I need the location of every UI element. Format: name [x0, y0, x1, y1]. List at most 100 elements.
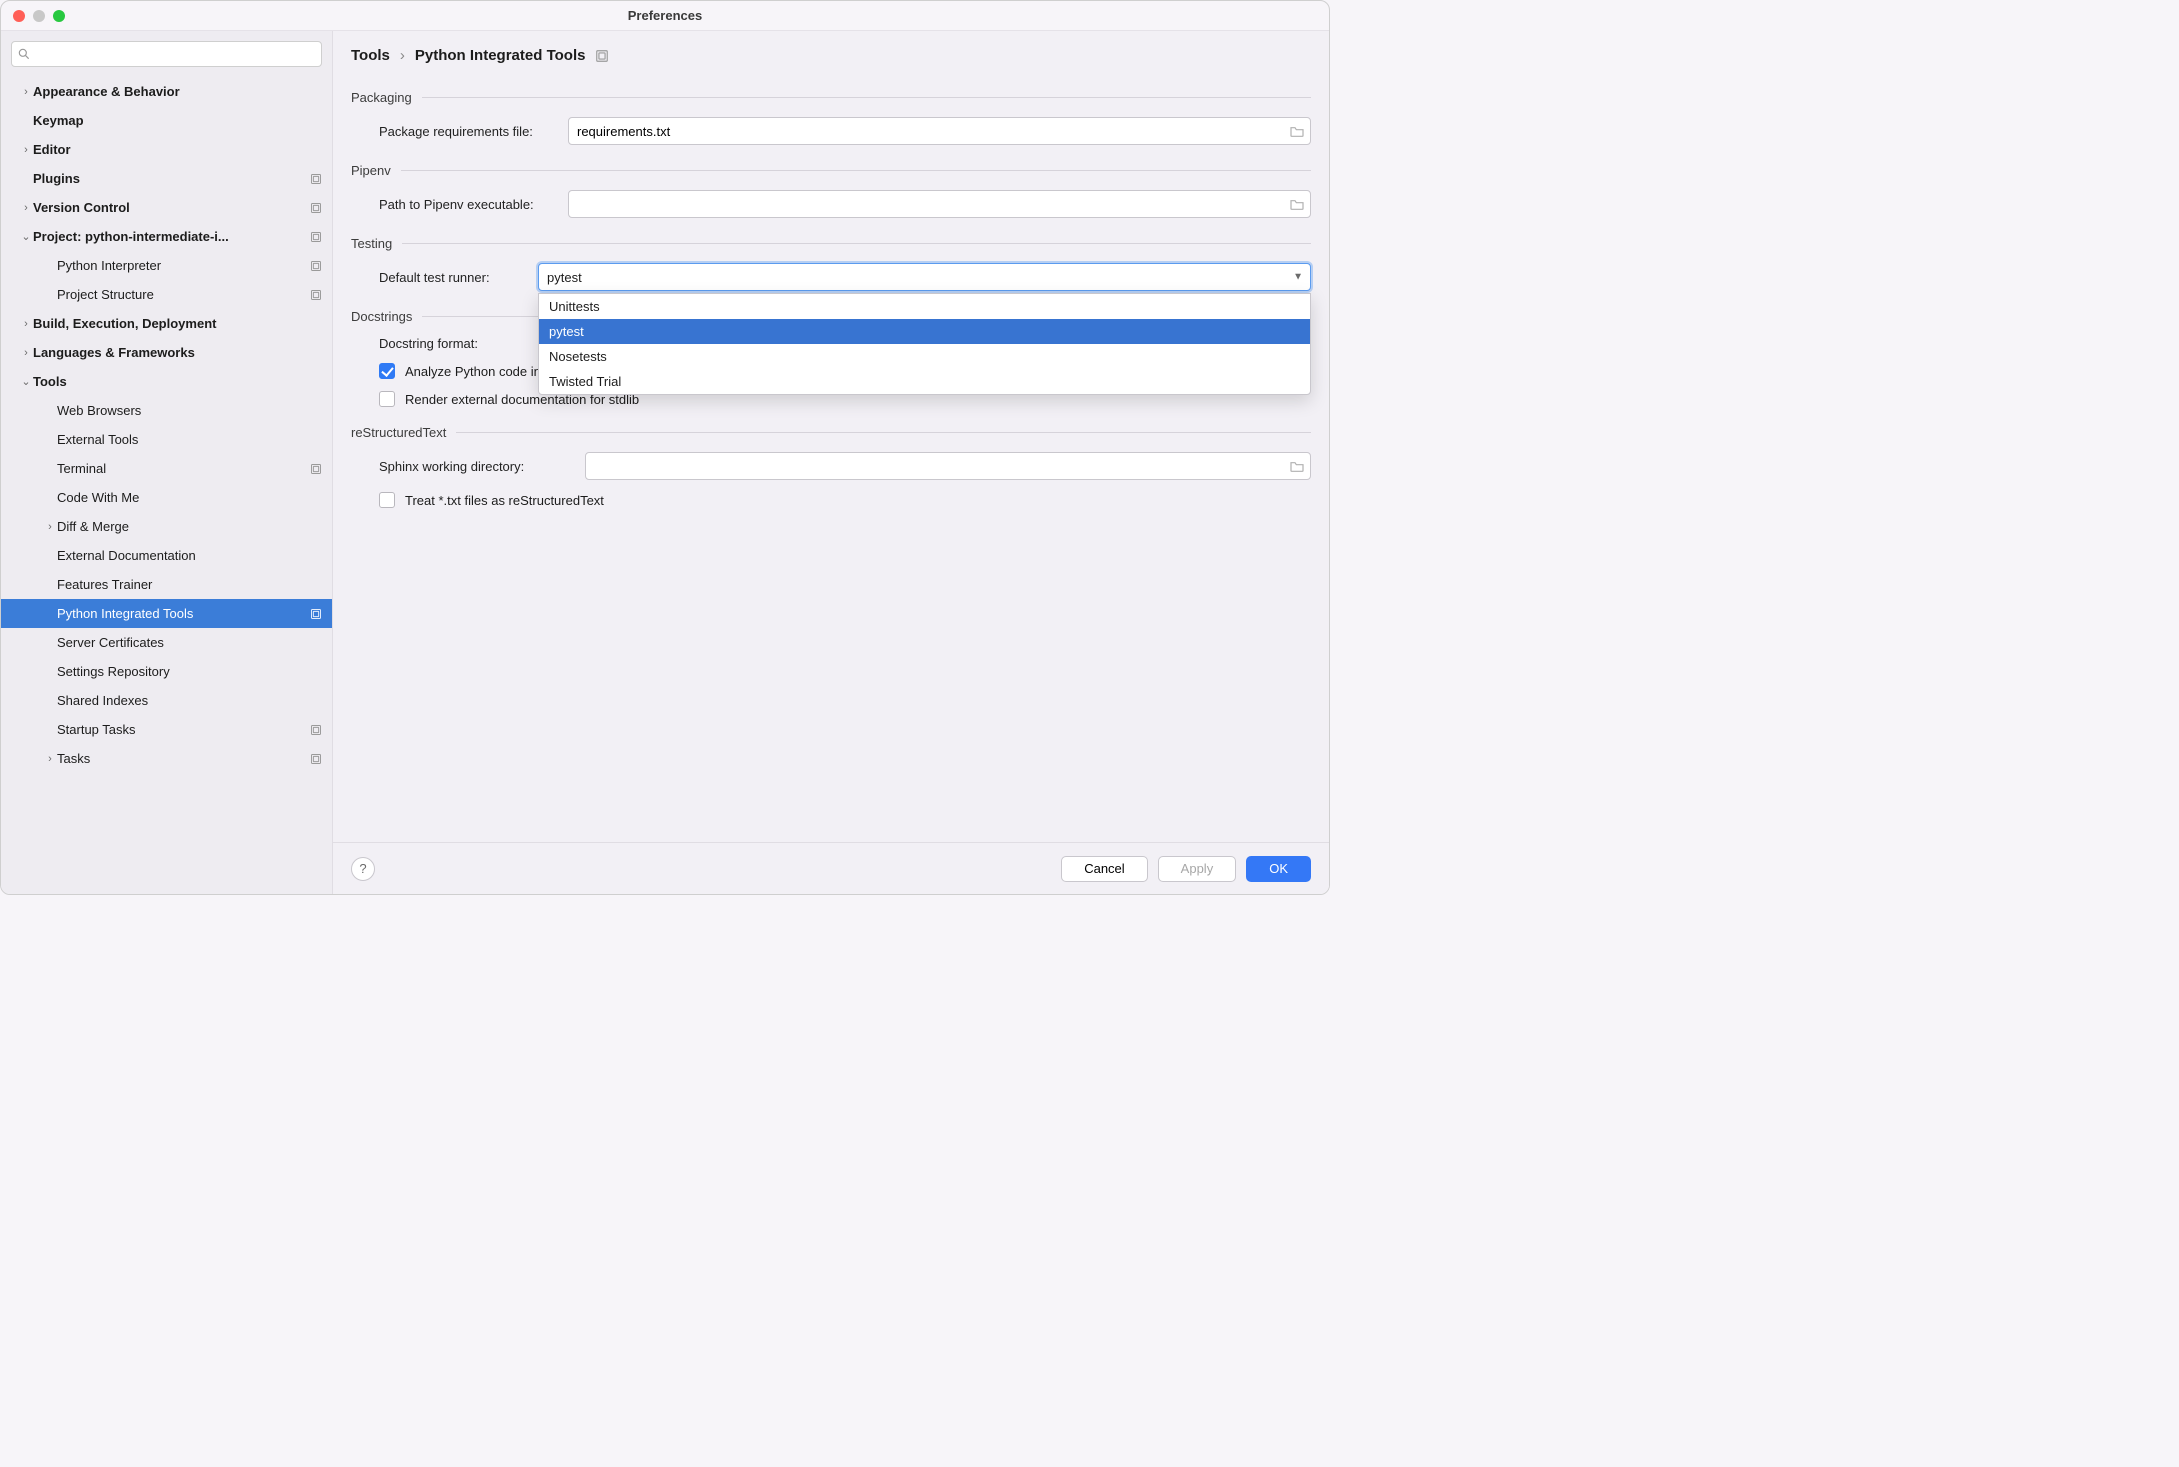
close-icon[interactable]: [13, 10, 25, 22]
test-runner-select[interactable]: pytest: [538, 263, 1311, 291]
tree-item-label: Shared Indexes: [57, 693, 322, 708]
pipenv-path-input[interactable]: [568, 190, 1311, 218]
settings-tree: ›Appearance & BehaviorKeymap›EditorPlugi…: [1, 73, 332, 894]
ok-button[interactable]: OK: [1246, 856, 1311, 882]
chevron-right-icon[interactable]: ›: [19, 144, 33, 156]
divider: [456, 432, 1311, 433]
tree-item[interactable]: ›Appearance & Behavior: [1, 77, 332, 106]
tree-item[interactable]: Server Certificates: [1, 628, 332, 657]
section-pipenv: Pipenv Path to Pipenv executable:: [351, 163, 1311, 218]
tree-item[interactable]: ›Tasks: [1, 744, 332, 773]
tree-item-label: Diff & Merge: [57, 519, 322, 534]
tree-item[interactable]: External Documentation: [1, 541, 332, 570]
dialog-footer: ? Cancel Apply OK: [333, 842, 1329, 894]
dropdown-option[interactable]: pytest: [539, 319, 1310, 344]
chevron-down-icon[interactable]: ⌄: [19, 375, 33, 388]
divider: [401, 170, 1311, 171]
maximize-icon[interactable]: [53, 10, 65, 22]
section-title: Testing: [351, 236, 392, 251]
tree-item-label: Tools: [33, 374, 322, 389]
tree-item[interactable]: ›Editor: [1, 135, 332, 164]
chevron-right-icon[interactable]: ›: [19, 347, 33, 359]
cancel-button[interactable]: Cancel: [1061, 856, 1147, 882]
render-stdlib-checkbox[interactable]: [379, 391, 395, 407]
section-packaging: Packaging Package requirements file:: [351, 90, 1311, 145]
tree-item[interactable]: External Tools: [1, 425, 332, 454]
tree-item-label: Python Integrated Tools: [57, 606, 304, 621]
folder-icon[interactable]: [1289, 197, 1305, 211]
apply-button[interactable]: Apply: [1158, 856, 1237, 882]
window-title: Preferences: [628, 8, 702, 23]
sphinx-dir-input[interactable]: [585, 452, 1311, 480]
dropdown-option[interactable]: Unittests: [539, 294, 1310, 319]
project-scope-icon: [310, 231, 322, 243]
search-input[interactable]: [11, 41, 322, 67]
chevron-right-icon[interactable]: ›: [19, 318, 33, 330]
pipenv-path-label: Path to Pipenv executable:: [351, 197, 556, 212]
dropdown-option[interactable]: Nosetests: [539, 344, 1310, 369]
titlebar: Preferences: [1, 1, 1329, 31]
chevron-right-icon: ›: [400, 47, 405, 64]
dropdown-option[interactable]: Twisted Trial: [539, 369, 1310, 394]
tree-item-label: Project Structure: [57, 287, 304, 302]
test-runner-value: pytest: [547, 270, 582, 285]
tree-item[interactable]: Python Integrated Tools: [1, 599, 332, 628]
tree-item[interactable]: Code With Me: [1, 483, 332, 512]
minimize-icon: [33, 10, 45, 22]
chevron-right-icon[interactable]: ›: [19, 202, 33, 214]
project-scope-icon: [310, 173, 322, 185]
analyze-docstrings-checkbox[interactable]: [379, 363, 395, 379]
tree-item[interactable]: ⌄Project: python-intermediate-i...: [1, 222, 332, 251]
docstring-format-label: Docstring format:: [351, 336, 526, 351]
chevron-right-icon[interactable]: ›: [19, 86, 33, 98]
divider: [422, 97, 1311, 98]
tree-item[interactable]: ›Languages & Frameworks: [1, 338, 332, 367]
section-testing: Testing Default test runner: pytest ▼ Un…: [351, 236, 1311, 291]
tree-item-label: Languages & Frameworks: [33, 345, 322, 360]
tree-item-label: Terminal: [57, 461, 304, 476]
tree-item[interactable]: Settings Repository: [1, 657, 332, 686]
tree-item[interactable]: ⌄Tools: [1, 367, 332, 396]
tree-item[interactable]: ›Version Control: [1, 193, 332, 222]
tree-item[interactable]: Plugins: [1, 164, 332, 193]
tree-item-label: Python Interpreter: [57, 258, 304, 273]
help-button[interactable]: ?: [351, 857, 375, 881]
tree-item-label: External Tools: [57, 432, 322, 447]
chevron-down-icon[interactable]: ⌄: [19, 230, 33, 243]
window-controls: [13, 10, 65, 22]
folder-icon[interactable]: [1289, 124, 1305, 138]
tree-item-label: Project: python-intermediate-i...: [33, 229, 304, 244]
chevron-right-icon[interactable]: ›: [43, 753, 57, 765]
tree-item[interactable]: Startup Tasks: [1, 715, 332, 744]
breadcrumb-leaf: Python Integrated Tools: [415, 47, 586, 64]
project-scope-icon: [595, 49, 609, 63]
section-rst: reStructuredText Sphinx working director…: [351, 425, 1311, 508]
section-title: Packaging: [351, 90, 412, 105]
tree-item[interactable]: Keymap: [1, 106, 332, 135]
requirements-input[interactable]: [568, 117, 1311, 145]
tree-item-label: Features Trainer: [57, 577, 322, 592]
tree-item-label: Startup Tasks: [57, 722, 304, 737]
tree-item[interactable]: Terminal: [1, 454, 332, 483]
tree-item[interactable]: Python Interpreter: [1, 251, 332, 280]
tree-item-label: Keymap: [33, 113, 322, 128]
tree-item[interactable]: Web Browsers: [1, 396, 332, 425]
project-scope-icon: [310, 260, 322, 272]
chevron-right-icon[interactable]: ›: [43, 521, 57, 533]
test-runner-dropdown: UnittestspytestNosetestsTwisted Trial: [538, 293, 1311, 395]
treat-txt-rst-label: Treat *.txt files as reStructuredText: [405, 493, 604, 508]
tree-item[interactable]: Shared Indexes: [1, 686, 332, 715]
section-title: reStructuredText: [351, 425, 446, 440]
tree-item[interactable]: Project Structure: [1, 280, 332, 309]
breadcrumb-root[interactable]: Tools: [351, 47, 390, 64]
settings-content: Tools › Python Integrated Tools Packagin…: [333, 31, 1329, 894]
tree-item[interactable]: Features Trainer: [1, 570, 332, 599]
tree-item-label: Appearance & Behavior: [33, 84, 322, 99]
breadcrumb: Tools › Python Integrated Tools: [333, 31, 1329, 72]
folder-icon[interactable]: [1289, 459, 1305, 473]
sphinx-dir-label: Sphinx working directory:: [351, 459, 573, 474]
tree-item-label: External Documentation: [57, 548, 322, 563]
treat-txt-rst-checkbox[interactable]: [379, 492, 395, 508]
tree-item[interactable]: ›Diff & Merge: [1, 512, 332, 541]
tree-item[interactable]: ›Build, Execution, Deployment: [1, 309, 332, 338]
